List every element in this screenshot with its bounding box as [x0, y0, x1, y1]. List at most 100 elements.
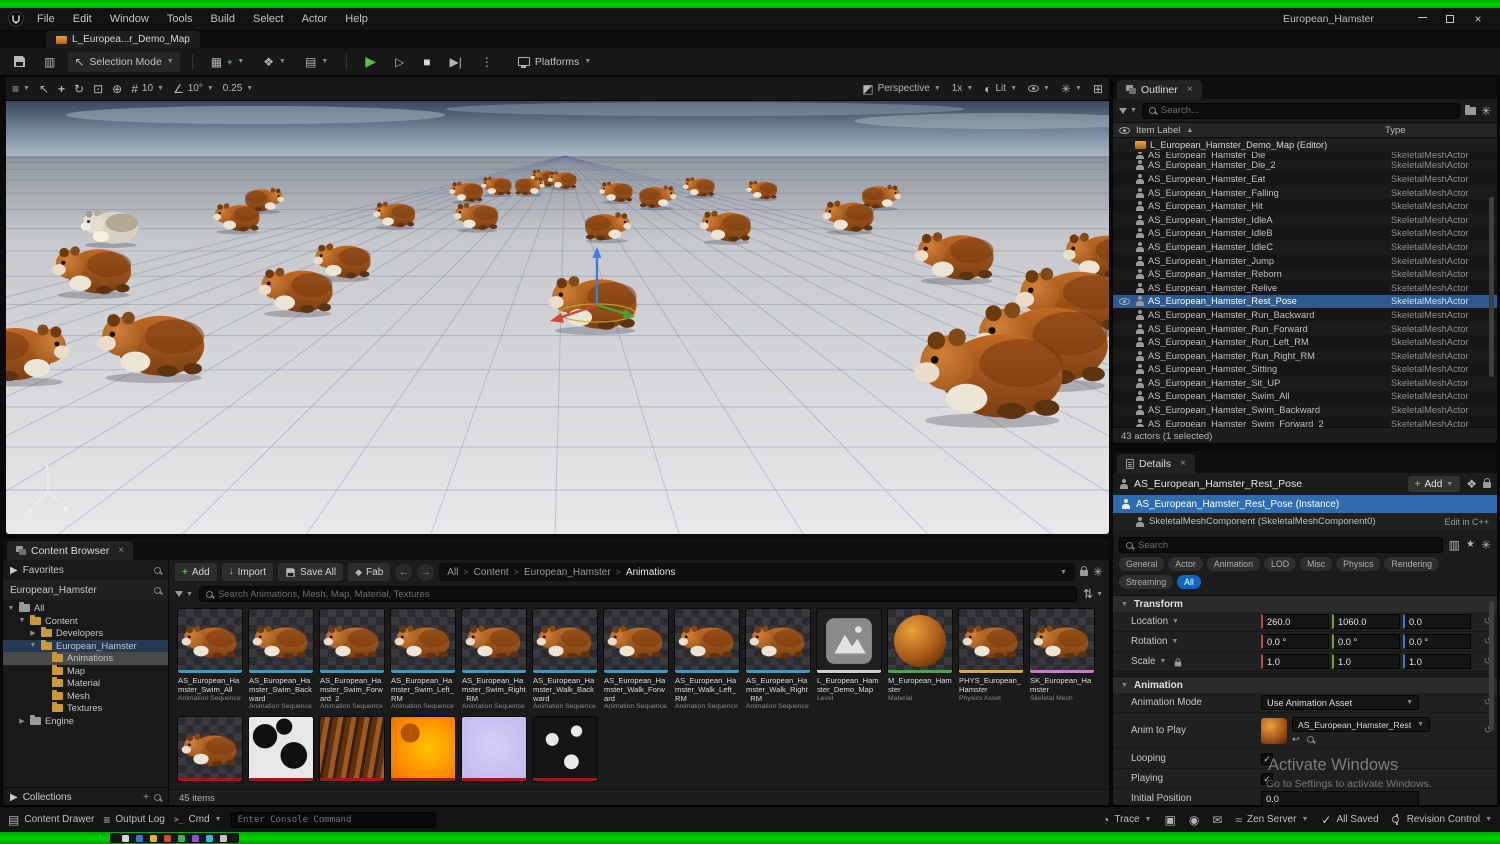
filter-chip-general[interactable]: General: [1119, 557, 1165, 571]
tree-item-developers[interactable]: ▶ Developers: [3, 627, 168, 640]
outliner-row[interactable]: AS_European_Hamster_Falling SkeletalMeshA…: [1113, 185, 1497, 200]
editor-modes-button[interactable]: ▥: [38, 52, 61, 72]
asset-search[interactable]: [198, 586, 1077, 602]
close-icon[interactable]: ×: [1187, 84, 1193, 95]
play-button[interactable]: ▶: [359, 52, 382, 72]
settings-gear-icon[interactable]: ✳: [1093, 566, 1103, 578]
outliner-filter-button[interactable]: ▼: [1119, 107, 1137, 114]
menu-edit[interactable]: Edit: [64, 11, 101, 27]
viewport-menu-button[interactable]: ≡ ▼: [12, 83, 30, 95]
filter-chip-rendering[interactable]: Rendering: [1384, 557, 1440, 571]
tab-outliner[interactable]: Outliner ×: [1117, 80, 1202, 99]
outliner-search-input[interactable]: [1160, 105, 1453, 116]
move-tool[interactable]: +: [58, 83, 65, 95]
collections-section[interactable]: ▶ Collections +: [3, 787, 168, 805]
screenshot-icon[interactable]: ▣: [1164, 814, 1175, 826]
menu-actor[interactable]: Actor: [293, 11, 337, 27]
outliner-row[interactable]: AS_European_Hamster_Sitting SkeletalMeshA…: [1113, 363, 1497, 377]
messages-icon[interactable]: ✉: [1212, 814, 1222, 826]
maximize-button[interactable]: [1436, 9, 1464, 29]
search-icon[interactable]: [154, 566, 161, 574]
favorites-section[interactable]: ▶ Favorites: [3, 560, 168, 580]
asset-filter-button[interactable]: ▼: [175, 591, 193, 598]
blueprint-convert-icon[interactable]: ❖: [1466, 478, 1477, 490]
tree-item-animations[interactable]: Animations: [3, 652, 168, 665]
texture-tile-fur[interactable]: [319, 716, 385, 782]
asset-tile-AS_European_Hamster_Swim_Right_RM[interactable]: AS_European_Hamster_Swim_Right_RM Animati…: [461, 608, 527, 710]
outliner-row[interactable]: AS_European_Hamster_Reborn SkeletalMeshAc…: [1113, 267, 1497, 281]
texture-tile-orange[interactable]: [390, 716, 456, 782]
outliner-row[interactable]: AS_European_Hamster_IdleC SkeletalMeshAct…: [1113, 240, 1497, 254]
tree-caret-icon[interactable]: ▼: [29, 642, 37, 649]
content-drawer-button[interactable]: ▤ Content Drawer: [8, 814, 94, 826]
blueprints-button[interactable]: ❖ ▼: [257, 52, 292, 72]
outliner-search[interactable]: [1141, 102, 1460, 119]
platforms-dropdown[interactable]: Platforms ▼: [512, 52, 597, 72]
stop-button[interactable]: ■: [417, 52, 436, 72]
menu-build[interactable]: Build: [202, 11, 244, 27]
texture-tile-mask[interactable]: [248, 716, 314, 782]
chevron-down-icon[interactable]: ▼: [1060, 569, 1067, 576]
project-root-section[interactable]: European_Hamster: [3, 580, 168, 600]
filter-chip-misc[interactable]: Misc: [1300, 557, 1333, 571]
zen-server-dropdown[interactable]: ≈ Zen Server ▼: [1235, 814, 1308, 826]
sort-view-options-button[interactable]: ⇅ ▼: [1083, 588, 1103, 600]
add-component-button[interactable]: + Add ▼: [1407, 476, 1461, 492]
show-flags-dropdown[interactable]: ▼: [1028, 85, 1050, 92]
display-filter-icon[interactable]: ▥: [1449, 539, 1460, 551]
rotation-x-field[interactable]: 0.0 °: [1261, 634, 1329, 649]
tree-caret-icon[interactable]: ▶: [18, 717, 26, 725]
location-z-field[interactable]: 0.0: [1403, 614, 1471, 629]
animation-mode-dropdown[interactable]: Use Animation Asset ▼: [1261, 695, 1419, 710]
outliner-row[interactable]: AS_European_Hamster_Run_Right_RM Skeletal…: [1113, 348, 1497, 363]
outliner-row[interactable]: AS_European_Hamster_Swim_All SkeletalMesh…: [1113, 390, 1497, 404]
outliner-row[interactable]: AS_European_Hamster_IdleA SkeletalMeshAct…: [1113, 212, 1497, 227]
eject-button[interactable]: ▶|: [444, 52, 468, 72]
menu-window[interactable]: Window: [101, 11, 158, 27]
asset-search-input[interactable]: [217, 588, 1070, 600]
breadcrumb-all[interactable]: All: [447, 567, 458, 578]
tree-caret-icon[interactable]: ▶: [29, 629, 37, 637]
menu-select[interactable]: Select: [244, 11, 293, 27]
asset-tile-L_European_Hamster_Demo_Map[interactable]: L_European_Hamster_Demo_Map Level: [816, 608, 882, 710]
outliner-row[interactable]: AS_European_Hamster_Run_Backward Skeletal…: [1113, 308, 1497, 322]
output-log-button[interactable]: ≡ Output Log: [103, 814, 165, 826]
browse-to-asset-icon[interactable]: [1306, 736, 1314, 743]
outliner-row[interactable]: AS_European_Hamster_Swim_Backward Skeleta…: [1113, 403, 1497, 417]
texture-tile-normal[interactable]: [461, 716, 527, 782]
visibility-eye-icon[interactable]: [1117, 297, 1131, 305]
outliner-row[interactable]: AS_European_Hamster_Relive SkeletalMeshAc…: [1113, 281, 1497, 295]
outliner-row[interactable]: AS_European_Hamster_Rest_Pose SkeletalMes…: [1113, 294, 1497, 309]
asset-tile-AS_European_Hamster_Walk_Backward[interactable]: AS_European_Hamster_Walk_Backward Animati…: [532, 608, 598, 710]
search-icon[interactable]: [154, 586, 161, 594]
details-search[interactable]: [1119, 537, 1443, 553]
menu-file[interactable]: File: [28, 11, 64, 27]
camera-speed-button[interactable]: 1x ▼: [952, 83, 974, 94]
tree-item-content[interactable]: ▼ Content: [3, 614, 168, 628]
scale-z-field[interactable]: 1.0: [1403, 654, 1471, 669]
outliner-row[interactable]: AS_European_Hamster_IdleB SkeletalMeshAct…: [1113, 227, 1497, 241]
outliner-column-header[interactable]: Item Label ▲ Type: [1113, 122, 1497, 138]
details-scrollbar[interactable]: [1489, 601, 1494, 731]
add-collection-icon[interactable]: +: [143, 792, 149, 803]
gear-icon[interactable]: ✳: [1481, 539, 1491, 551]
filter-chip-streaming[interactable]: Streaming: [1119, 575, 1174, 589]
add-asset-button[interactable]: + Add: [175, 563, 217, 581]
asset-tile-AS_European_Hamster_Walk_Forward[interactable]: AS_European_Hamster_Walk_Forward Animatio…: [603, 608, 669, 710]
rotation-z-field[interactable]: 0.0 °: [1403, 634, 1471, 649]
breadcrumb-european_hamster[interactable]: European_Hamster: [524, 567, 611, 578]
filter-chip-all[interactable]: All: [1177, 575, 1201, 589]
outliner-row[interactable]: L_European_Hamster_Demo_Map (Editor): [1113, 138, 1497, 152]
save-all-button[interactable]: Save All: [277, 563, 344, 581]
viewport-settings-button[interactable]: ✳ ▼: [1061, 83, 1082, 95]
unreal-logo-icon[interactable]: [8, 11, 24, 27]
minimize-button[interactable]: [1408, 9, 1436, 29]
perspective-dropdown[interactable]: ◩ Perspective ▼: [862, 83, 941, 95]
maximize-viewport-button[interactable]: ⊞: [1093, 83, 1103, 95]
tree-item-textures[interactable]: Textures: [3, 702, 168, 715]
outliner-new-folder-button[interactable]: [1464, 104, 1476, 117]
anim-asset-thumbnail[interactable]: [1261, 717, 1287, 744]
filter-chip-physics[interactable]: Physics: [1336, 557, 1381, 571]
tree-caret-icon[interactable]: ▼: [7, 605, 15, 612]
scale-snap-toggle[interactable]: 0.25 ▼: [223, 83, 253, 94]
